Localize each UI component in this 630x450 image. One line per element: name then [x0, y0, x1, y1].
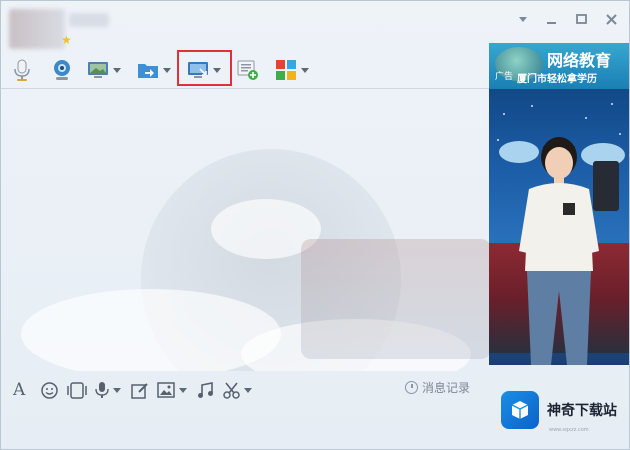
edit-image-icon — [131, 382, 148, 399]
ad-star — [585, 117, 587, 119]
close-icon[interactable] — [603, 11, 619, 27]
send-file-button[interactable] — [137, 57, 171, 83]
ad-tag: 广告 — [495, 72, 514, 82]
chevron-down-icon[interactable] — [515, 11, 531, 27]
screen-share-button[interactable] — [87, 57, 121, 83]
screenshot-button[interactable] — [223, 379, 252, 401]
contact-avatar[interactable] — [9, 9, 65, 49]
message-history-label: 消息记录 — [422, 381, 471, 395]
apps-grid-icon — [275, 59, 297, 81]
chevron-down-icon[interactable] — [301, 67, 309, 73]
picture-icon — [157, 382, 175, 398]
emoji-icon — [41, 381, 58, 399]
remote-desktop-highlight — [177, 50, 232, 86]
ad-panel[interactable]: 广告 网络教育 厦门市轻松拿学历 — [489, 43, 629, 365]
add-message-button[interactable] — [237, 57, 259, 83]
picture-button[interactable] — [157, 379, 187, 401]
ad-star — [611, 103, 613, 105]
ad-star — [497, 139, 499, 141]
message-input-area[interactable] — [1, 405, 489, 449]
video-call-button[interactable] — [51, 57, 73, 83]
add-message-icon — [237, 59, 259, 81]
message-history-area[interactable] — [1, 89, 489, 371]
music-button[interactable] — [197, 379, 213, 401]
font-button[interactable]: A — [13, 379, 25, 401]
star-icon: ★ — [61, 33, 72, 47]
magic-expression-button[interactable] — [67, 379, 87, 401]
chevron-down-icon[interactable] — [113, 67, 121, 73]
ad-title: 网络教育 — [547, 51, 612, 70]
emoji-button[interactable] — [41, 379, 58, 401]
maximize-icon[interactable] — [573, 11, 589, 27]
ad-star — [503, 113, 505, 115]
clock-icon — [405, 381, 418, 394]
microphone-icon — [11, 59, 33, 81]
voice-call-button[interactable] — [11, 57, 33, 83]
ad-subtitle: 厦门市轻松拿学历 — [517, 74, 597, 85]
watermark-logo — [501, 391, 539, 429]
ad-star — [531, 105, 533, 107]
voice-icon — [95, 382, 109, 398]
ad-star — [619, 133, 621, 135]
font-icon: A — [13, 380, 26, 400]
watermark-text: 神奇下载站 — [547, 403, 617, 419]
message-history-button[interactable]: 消息记录 — [405, 379, 470, 396]
folder-send-icon — [137, 59, 159, 81]
scissors-icon — [223, 382, 240, 399]
chevron-down-icon[interactable] — [179, 387, 187, 393]
webcam-icon — [51, 59, 73, 81]
chevron-down-icon[interactable] — [113, 387, 121, 393]
music-icon — [198, 381, 213, 398]
chevron-down-icon[interactable] — [244, 387, 252, 393]
chat-window: ★ 广告 网络教育 厦门市轻松拿学历 A 消息记录 神奇下载站 www.sqxz… — [0, 0, 630, 450]
chat-toolbar — [1, 53, 489, 87]
apps-button[interactable] — [275, 57, 309, 83]
chevron-down-icon[interactable] — [163, 67, 171, 73]
ad-header[interactable]: 广告 网络教育 厦门市轻松拿学历 — [489, 43, 629, 89]
screen-icon — [87, 59, 109, 81]
magic-expression-icon — [67, 381, 87, 399]
minimize-icon[interactable] — [543, 11, 559, 27]
contact-name — [69, 13, 109, 27]
edit-image-button[interactable] — [131, 379, 149, 401]
voice-message-button[interactable] — [95, 379, 121, 401]
ad-person — [519, 137, 599, 365]
watermark-url: www.sqxzz.com — [549, 427, 589, 433]
